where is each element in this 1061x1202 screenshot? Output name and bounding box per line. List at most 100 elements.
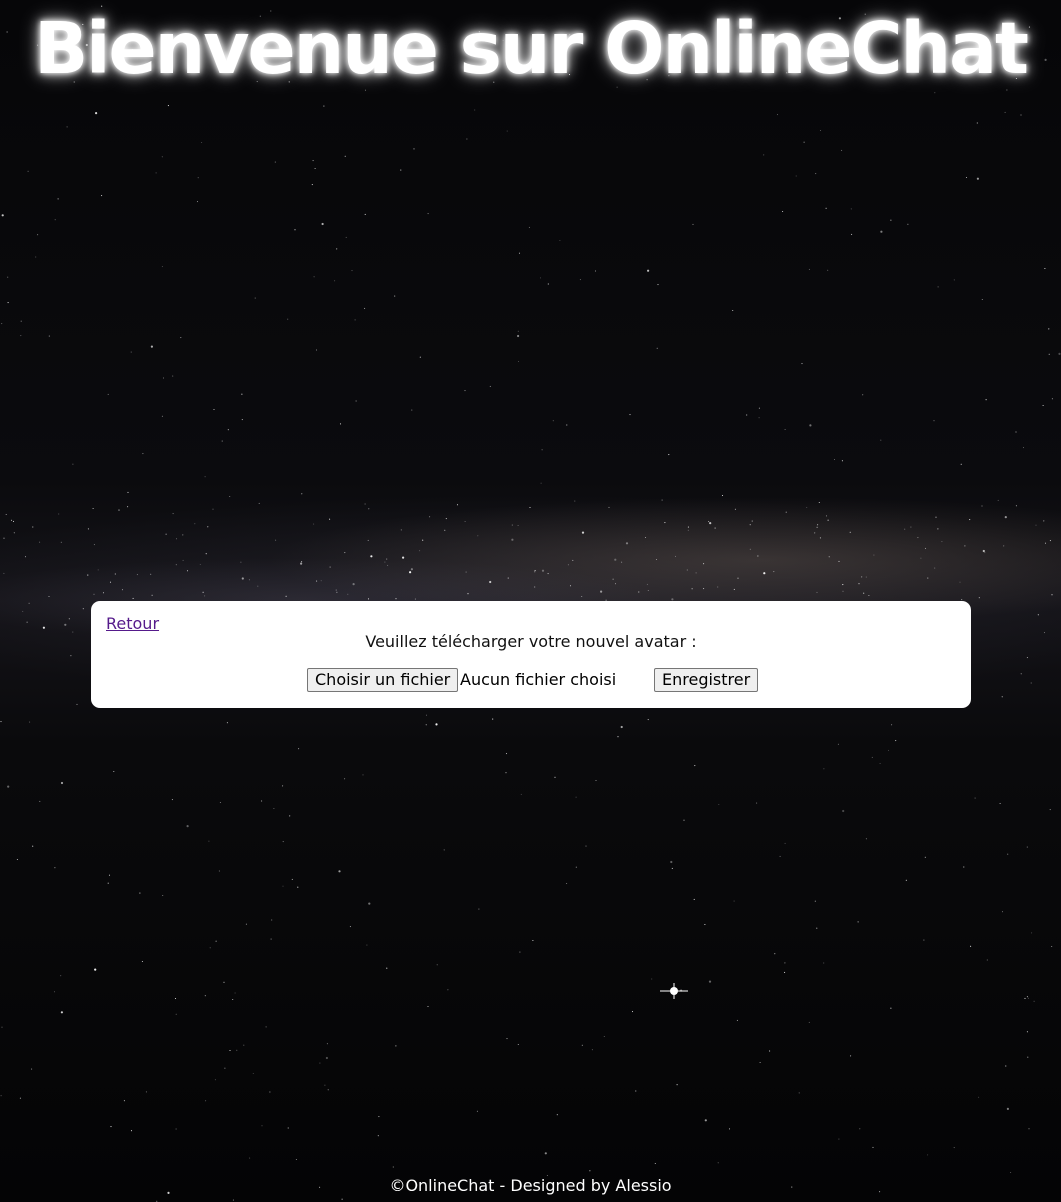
star — [204, 595, 206, 597]
star — [35, 256, 37, 258]
star — [269, 1091, 271, 1093]
star — [927, 1154, 929, 1156]
star — [629, 414, 631, 416]
star — [890, 219, 892, 221]
star — [285, 595, 287, 597]
star — [161, 415, 163, 417]
star — [655, 558, 658, 561]
star — [579, 279, 581, 281]
star — [733, 900, 735, 902]
star — [20, 320, 22, 322]
star — [773, 571, 775, 573]
star — [95, 112, 98, 115]
star — [338, 870, 341, 873]
star — [72, 463, 74, 465]
star — [694, 765, 696, 767]
star — [635, 1090, 637, 1092]
star — [477, 535, 479, 537]
star — [581, 1044, 583, 1046]
star — [175, 1128, 177, 1130]
star — [917, 537, 919, 539]
star — [981, 298, 983, 301]
star — [638, 591, 640, 593]
star — [759, 1061, 761, 1064]
star — [617, 736, 619, 738]
star — [395, 1045, 397, 1047]
star — [1043, 520, 1045, 522]
star — [107, 882, 109, 884]
star — [953, 279, 955, 281]
star — [1058, 352, 1061, 355]
star — [539, 277, 542, 279]
star — [1027, 1056, 1029, 1058]
star — [422, 539, 424, 541]
star — [837, 743, 839, 745]
star — [0, 1095, 2, 1097]
star — [341, 1198, 343, 1200]
choose-file-button[interactable]: Choisir un fichier — [307, 668, 459, 692]
star — [758, 417, 760, 419]
star — [547, 573, 549, 575]
star — [121, 589, 124, 591]
star — [795, 175, 797, 177]
star — [344, 155, 346, 157]
star — [827, 519, 829, 521]
star — [227, 429, 229, 431]
star — [808, 268, 810, 270]
star — [301, 493, 303, 495]
star — [585, 845, 587, 847]
star — [261, 1125, 263, 1127]
star — [1003, 545, 1005, 547]
star — [201, 141, 203, 144]
star — [589, 1170, 591, 1172]
star — [969, 519, 971, 521]
star — [736, 1019, 738, 1021]
star — [687, 526, 689, 528]
star — [194, 523, 196, 525]
star — [541, 449, 543, 451]
star — [347, 593, 349, 595]
bright-star — [660, 983, 688, 999]
star — [352, 583, 355, 586]
star — [518, 252, 521, 254]
save-button[interactable]: Enregistrer — [654, 668, 759, 692]
star — [905, 879, 907, 881]
star — [58, 513, 60, 515]
star — [978, 597, 980, 599]
star — [258, 502, 260, 504]
star — [339, 423, 342, 425]
star — [141, 960, 143, 963]
star — [709, 522, 712, 525]
star — [890, 1007, 892, 1009]
star — [489, 580, 492, 584]
star — [1035, 524, 1037, 526]
star — [155, 172, 157, 174]
star — [784, 428, 786, 431]
avatar-upload-panel: Retour Veuillez télécharger votre nouvel… — [91, 601, 971, 708]
star — [297, 886, 299, 888]
back-link[interactable]: Retour — [106, 614, 159, 634]
star — [172, 375, 174, 377]
star — [60, 541, 62, 543]
star — [329, 518, 331, 520]
star — [572, 559, 574, 561]
star — [182, 559, 184, 561]
star — [213, 408, 215, 411]
star — [809, 424, 812, 427]
star — [209, 947, 211, 949]
star — [887, 749, 890, 751]
star — [110, 1126, 112, 1128]
star — [1043, 632, 1046, 634]
star — [31, 1068, 33, 1070]
star — [981, 505, 983, 507]
star — [763, 154, 765, 156]
star — [838, 1138, 840, 1140]
star — [344, 552, 346, 554]
star — [70, 655, 72, 657]
star — [245, 923, 247, 925]
star — [594, 270, 597, 272]
star — [668, 454, 670, 456]
star — [32, 845, 34, 847]
star — [1048, 328, 1050, 330]
star — [7, 276, 9, 278]
